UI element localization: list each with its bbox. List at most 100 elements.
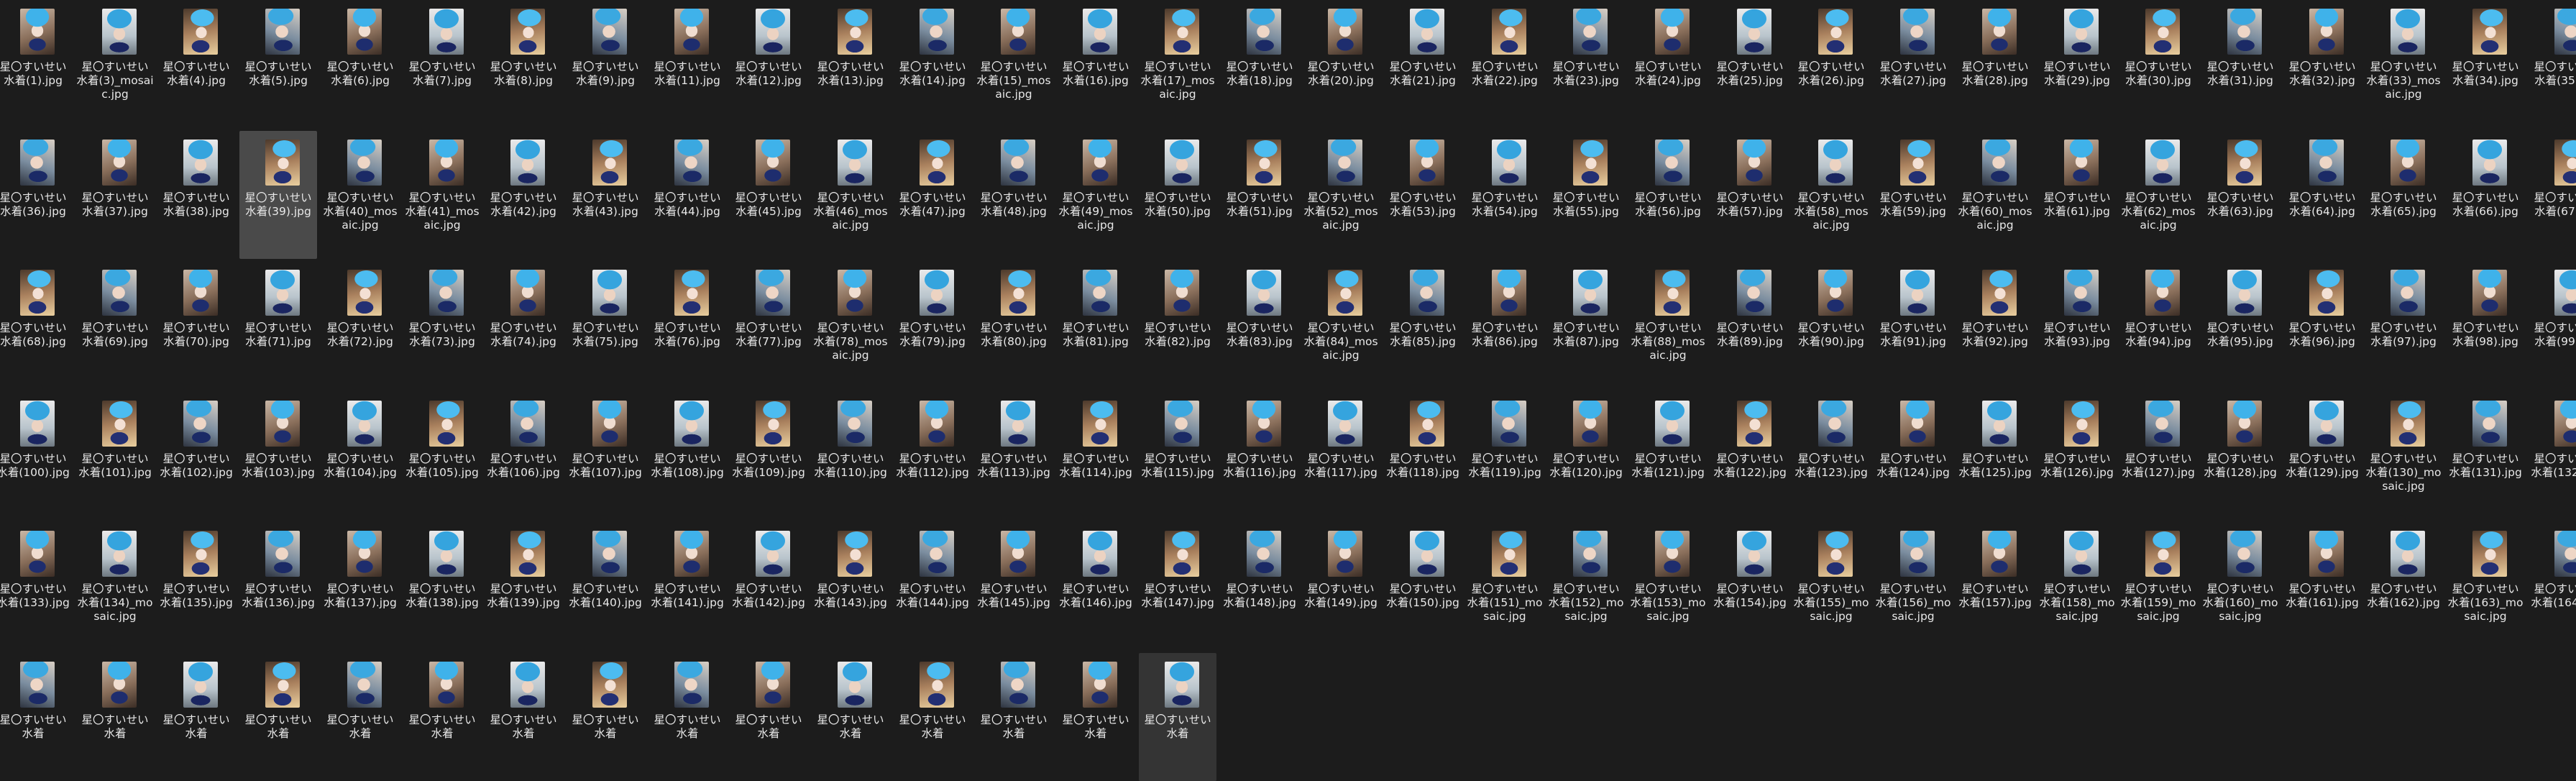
- file-item[interactable]: 星〇すいせい水着: [894, 653, 971, 781]
- image-thumbnail[interactable]: [1247, 401, 1281, 447]
- file-item[interactable]: 星〇すいせい水着(109).jpg: [730, 392, 807, 520]
- file-item[interactable]: 星〇すいせい水着(126).jpg: [2038, 392, 2116, 520]
- file-item[interactable]: 星〇すいせい水着(89).jpg: [1711, 261, 1789, 389]
- file-item[interactable]: 星〇すいせい水着(108).jpg: [648, 392, 726, 520]
- image-thumbnail[interactable]: [756, 140, 790, 186]
- image-thumbnail[interactable]: [920, 401, 954, 447]
- image-thumbnail[interactable]: [1083, 662, 1117, 708]
- image-thumbnail[interactable]: [102, 9, 137, 55]
- file-item[interactable]: 星〇すいせい水着(124).jpg: [1874, 392, 1952, 520]
- image-thumbnail[interactable]: [592, 531, 627, 577]
- file-item[interactable]: 星〇すいせい水着: [321, 653, 399, 781]
- image-thumbnail[interactable]: [756, 270, 790, 316]
- image-thumbnail[interactable]: [2391, 531, 2425, 577]
- image-thumbnail[interactable]: [1410, 531, 1444, 577]
- image-thumbnail[interactable]: [1573, 401, 1608, 447]
- file-item[interactable]: 星〇すいせい水着(106).jpg: [485, 392, 562, 520]
- file-item[interactable]: 星〇すいせい水着(50).jpg: [1139, 131, 1216, 259]
- file-item[interactable]: 星〇すいせい水着(143).jpg: [812, 522, 889, 650]
- image-thumbnail[interactable]: [674, 531, 709, 577]
- image-thumbnail[interactable]: [1328, 270, 1362, 316]
- image-thumbnail[interactable]: [1655, 401, 1690, 447]
- image-thumbnail[interactable]: [20, 9, 55, 55]
- image-thumbnail[interactable]: [1328, 401, 1362, 447]
- file-item[interactable]: 星〇すいせい水着(32).jpg: [2283, 0, 2361, 128]
- file-item[interactable]: 星〇すいせい水着(60)_mosaic.jpg: [1956, 131, 2034, 259]
- image-thumbnail[interactable]: [1900, 531, 1935, 577]
- image-thumbnail[interactable]: [592, 662, 627, 708]
- image-thumbnail[interactable]: [1655, 270, 1690, 316]
- file-item[interactable]: 星〇すいせい水着(93).jpg: [2038, 261, 2116, 389]
- file-item[interactable]: 星〇すいせい水着: [157, 653, 235, 781]
- image-thumbnail[interactable]: [1982, 9, 2017, 55]
- image-thumbnail[interactable]: [2472, 140, 2507, 186]
- file-item[interactable]: 星〇すいせい水着(156)_mosaic.jpg: [1874, 522, 1952, 650]
- image-thumbnail[interactable]: [2145, 531, 2180, 577]
- image-thumbnail[interactable]: [510, 140, 545, 186]
- image-thumbnail[interactable]: [1818, 531, 1853, 577]
- image-thumbnail[interactable]: [2309, 9, 2344, 55]
- image-thumbnail[interactable]: [2309, 270, 2344, 316]
- file-item[interactable]: 星〇すいせい水着(8).jpg: [485, 0, 562, 128]
- file-item[interactable]: 星〇すいせい水着(33)_mosaic.jpg: [2365, 0, 2442, 128]
- image-thumbnail[interactable]: [674, 401, 709, 447]
- file-item[interactable]: 星〇すいせい水着(39).jpg: [239, 131, 317, 259]
- file-item[interactable]: 星〇すいせい水着(76).jpg: [648, 261, 726, 389]
- image-thumbnail[interactable]: [1982, 531, 2017, 577]
- file-item[interactable]: 星〇すいせい水着(45).jpg: [730, 131, 807, 259]
- file-item[interactable]: 星〇すいせい水着(25).jpg: [1711, 0, 1789, 128]
- image-thumbnail[interactable]: [1573, 140, 1608, 186]
- image-thumbnail[interactable]: [1328, 140, 1362, 186]
- image-thumbnail[interactable]: [2064, 531, 2099, 577]
- image-thumbnail[interactable]: [429, 140, 464, 186]
- file-item[interactable]: 星〇すいせい水着(58)_mosaic.jpg: [1792, 131, 1870, 259]
- file-item[interactable]: 星〇すいせい水着(155)_mosaic.jpg: [1792, 522, 1870, 650]
- file-item[interactable]: 星〇すいせい水着(125).jpg: [1956, 392, 2034, 520]
- image-thumbnail[interactable]: [1737, 9, 1771, 55]
- image-thumbnail[interactable]: [510, 662, 545, 708]
- image-thumbnail[interactable]: [2554, 401, 2576, 447]
- image-thumbnail[interactable]: [1083, 531, 1117, 577]
- file-item[interactable]: 星〇すいせい水着(6).jpg: [321, 0, 399, 128]
- image-thumbnail[interactable]: [2064, 270, 2099, 316]
- file-item[interactable]: 星〇すいせい水着(61).jpg: [2038, 131, 2116, 259]
- image-thumbnail[interactable]: [1818, 9, 1853, 55]
- file-item[interactable]: 星〇すいせい水着(153)_mosaic.jpg: [1629, 522, 1707, 650]
- image-thumbnail[interactable]: [592, 270, 627, 316]
- file-item[interactable]: 星〇すいせい水着(74).jpg: [485, 261, 562, 389]
- image-thumbnail[interactable]: [2309, 401, 2344, 447]
- file-item[interactable]: 星〇すいせい水着(40)_mosaic.jpg: [321, 131, 399, 259]
- image-thumbnail[interactable]: [2391, 401, 2425, 447]
- image-thumbnail[interactable]: [1982, 140, 2017, 186]
- file-item[interactable]: 星〇すいせい水着(114).jpg: [1057, 392, 1135, 520]
- image-thumbnail[interactable]: [1737, 531, 1771, 577]
- file-item[interactable]: 星〇すいせい水着(72).jpg: [321, 261, 399, 389]
- image-thumbnail[interactable]: [20, 270, 55, 316]
- file-item[interactable]: 星〇すいせい水着(95).jpg: [2201, 261, 2279, 389]
- file-item[interactable]: 星〇すいせい水着(65).jpg: [2365, 131, 2442, 259]
- file-item[interactable]: 星〇すいせい水着(142).jpg: [730, 522, 807, 650]
- file-item[interactable]: 星〇すいせい水着(18).jpg: [1221, 0, 1298, 128]
- file-item[interactable]: 星〇すいせい水着(92).jpg: [1956, 261, 2034, 389]
- image-thumbnail[interactable]: [1492, 9, 1526, 55]
- file-item[interactable]: 星〇すいせい水着(140).jpg: [567, 522, 644, 650]
- file-item[interactable]: 星〇すいせい水着(66).jpg: [2447, 131, 2524, 259]
- image-thumbnail[interactable]: [1001, 662, 1035, 708]
- file-item[interactable]: 星〇すいせい水着(120).jpg: [1547, 392, 1625, 520]
- image-thumbnail[interactable]: [838, 270, 872, 316]
- image-thumbnail[interactable]: [1655, 140, 1690, 186]
- file-item[interactable]: 星〇すいせい水着(91).jpg: [1874, 261, 1952, 389]
- file-item[interactable]: 星〇すいせい水着(100).jpg: [0, 392, 72, 520]
- file-item[interactable]: 星〇すいせい水着(31).jpg: [2201, 0, 2279, 128]
- file-item[interactable]: 星〇すいせい水着(87).jpg: [1547, 261, 1625, 389]
- file-item[interactable]: 星〇すいせい水着(112).jpg: [894, 392, 971, 520]
- image-thumbnail[interactable]: [592, 9, 627, 55]
- image-thumbnail[interactable]: [2391, 140, 2425, 186]
- image-thumbnail[interactable]: [1982, 401, 2017, 447]
- image-thumbnail[interactable]: [347, 401, 382, 447]
- image-thumbnail[interactable]: [838, 9, 872, 55]
- file-item[interactable]: 星〇すいせい水着(70).jpg: [157, 261, 235, 389]
- file-item[interactable]: 星〇すいせい水着(67).jpg: [2529, 131, 2576, 259]
- file-item[interactable]: 星〇すいせい水着(110).jpg: [812, 392, 889, 520]
- file-item[interactable]: 星〇すいせい水着(115).jpg: [1139, 392, 1216, 520]
